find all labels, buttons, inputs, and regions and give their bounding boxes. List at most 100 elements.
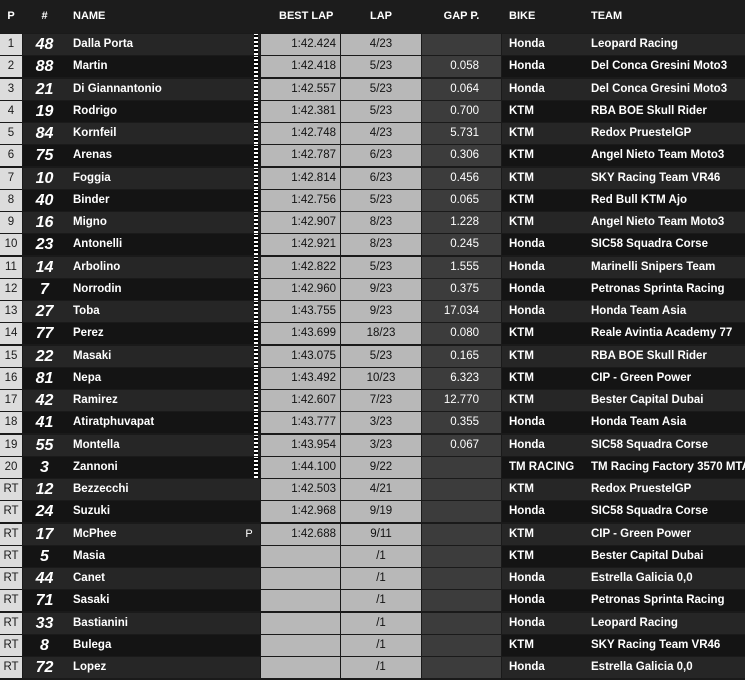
table-row[interactable]: RT 8 Bulega/1 KTM SKY Racing Team VR46 <box>0 634 745 657</box>
checkered-flag-icon <box>254 367 258 389</box>
header-bike[interactable]: BIKE <box>502 0 585 33</box>
timing-table: P # NAME BEST LAP LAP GAP P. BIKE TEAM 1… <box>0 0 745 680</box>
team-cell: Del Conca Gresini Moto3 <box>591 60 728 73</box>
table-row[interactable]: 15 22 Masaki 1:43.075 5/23 0.165 KTM RBA BOE Sk… <box>0 345 745 368</box>
table-row[interactable]: 16 81 Nepa 1:43.492 10/23 6.323 KTM CIP - Green… <box>0 367 745 390</box>
lap-cell: 9/11 <box>341 523 421 545</box>
rider-name: Atiratphuvapat <box>73 416 155 429</box>
gap-cell <box>422 568 501 589</box>
rider-number: 77 <box>35 325 54 343</box>
rider-number: 81 <box>35 369 54 387</box>
table-row[interactable]: 10 23 Antonelli 1:42.921 8/23 0.245 Honda SIC58… <box>0 234 745 256</box>
best-lap-cell: 1:43.075 <box>261 345 340 367</box>
best-lap-cell: 1:43.492 <box>261 367 340 389</box>
rider-name: Antonelli <box>73 238 123 251</box>
team-cell: Marinelli Snipers Team <box>591 260 716 273</box>
table-row[interactable]: 1 48 Dalla Porta 1:42.424 4/23 Honda Leopard R… <box>0 34 745 56</box>
bike-cell: KTM <box>509 549 534 562</box>
gap-cell <box>422 456 501 478</box>
gap-cell <box>422 612 501 634</box>
header-team[interactable]: TEAM <box>585 0 745 33</box>
lap-cell: 3/23 <box>341 434 421 456</box>
rider-number: 17 <box>35 525 54 543</box>
team-cell: Estrella Galicia 0,0 <box>591 572 693 584</box>
lap-cell: 18/23 <box>341 323 421 345</box>
header-best-lap[interactable]: BEST LAP <box>261 0 340 33</box>
pos-cell: 16 <box>0 367 22 389</box>
team-cell: Petronas Sprinta Racing <box>591 282 725 295</box>
pos-cell: 6 <box>0 145 22 167</box>
best-lap-cell: 1:42.787 <box>261 145 340 167</box>
best-lap-cell: 1:42.960 <box>261 278 340 300</box>
bike-cell: TM RACING <box>509 460 575 473</box>
table-row[interactable]: RT 33 Bastianini/1 Honda Leopard Racing <box>0 612 745 635</box>
table-row[interactable]: 6 75 Arenas 1:42.787 6/23 0.306 KTM Angel Nieto… <box>0 145 745 167</box>
rider-name: Bulega <box>73 638 112 651</box>
header-name[interactable]: NAME <box>66 0 256 33</box>
best-lap-cell: 1:42.418 <box>261 56 340 78</box>
table-row[interactable]: RT 17 McPhee 1:42.688 9/11 KTM CIP - Green Pow… <box>0 523 745 546</box>
table-row[interactable]: RT 5 Masia/1 KTM Bester Capital Dubai <box>0 545 745 568</box>
checkered-flag-icon <box>254 189 258 211</box>
checkered-flag-icon <box>254 167 258 189</box>
gap-cell: 17.034 <box>422 301 501 322</box>
table-row[interactable]: 9 16 Migno 1:42.907 8/23 1.228 KTM Angel Nieto … <box>0 212 745 234</box>
table-row[interactable]: 17 42 Ramirez 1:42.607 7/23 12.770 KTM Bester C… <box>0 390 745 412</box>
pos-cell: RT <box>0 501 22 523</box>
rider-number: 8 <box>40 636 49 654</box>
header-number[interactable]: # <box>23 0 66 33</box>
table-row[interactable]: RT 72 Lopez/1 Honda Estrella Galicia 0,0 <box>0 657 745 679</box>
rider-name: Migno <box>73 216 107 228</box>
gap-cell: 6.323 <box>422 367 501 389</box>
rider-name: Perez <box>73 327 104 340</box>
table-row[interactable]: 13 27 Toba 1:43.755 9/23 17.034 Honda Honda Tea… <box>0 301 745 323</box>
table-row[interactable]: RT 12 Bezzecchi 1:42.503 4/21 KTM Redox Pruest… <box>0 479 745 501</box>
table-row[interactable]: 18 41 Atiratphuvapat 1:43.777 3/23 0.355 Honda… <box>0 412 745 434</box>
table-row[interactable]: RT 24 Suzuki 1:42.968 9/19 Honda SIC58 Squadra… <box>0 501 745 523</box>
table-row[interactable]: RT 71 Sasaki/1 Honda Petronas Sprinta Racing <box>0 590 745 612</box>
team-cell: CIP - Green Power <box>591 527 692 540</box>
best-lap-cell: 1:42.381 <box>261 100 340 122</box>
table-row[interactable]: 4 19 Rodrigo 1:42.381 5/23 0.700 KTM RBA BOE Sk… <box>0 100 745 123</box>
pos-cell: 8 <box>0 189 22 211</box>
gap-cell: 0.080 <box>422 323 501 345</box>
table-row[interactable]: 14 77 Perez 1:43.699 18/23 0.080 KTM Reale Avin… <box>0 323 745 345</box>
lap-cell: /1 <box>341 657 421 678</box>
table-row[interactable]: 3 21 Di Giannantonio 1:42.557 5/23 0.064 Honda… <box>0 78 745 101</box>
lap-cell: 9/23 <box>341 301 421 322</box>
rider-number: 12 <box>35 481 54 498</box>
team-cell: Honda Team Asia <box>591 416 687 429</box>
header-lap[interactable]: LAP <box>341 0 421 33</box>
table-row[interactable]: 7 10 Foggia 1:42.814 6/23 0.456 KTM SKY Racing … <box>0 167 745 190</box>
bike-cell: KTM <box>509 394 534 406</box>
team-cell: RBA BOE Skull Rider <box>591 349 707 362</box>
checkered-flag-icon <box>254 278 258 300</box>
table-row[interactable]: 20 3 Zannoni 1:44.100 9/22 TM RACING TM Racing… <box>0 456 745 479</box>
checkered-flag-icon <box>254 323 258 345</box>
best-lap-cell: 1:42.921 <box>261 234 340 256</box>
table-row[interactable]: 11 14 Arbolino 1:42.822 5/23 1.555 Honda Marine… <box>0 256 745 279</box>
table-row[interactable]: RT 44 Canet/1 Honda Estrella Galicia 0,0 <box>0 568 745 590</box>
checkered-flag-icon <box>254 234 258 256</box>
bike-cell: Honda <box>509 505 545 518</box>
table-row[interactable]: 5 84 Kornfeil 1:42.748 4/23 5.731 KTM Redox Pru… <box>0 123 745 145</box>
gap-cell: 0.375 <box>422 278 501 300</box>
best-lap-cell: 1:43.777 <box>261 412 340 434</box>
gap-cell <box>422 590 501 612</box>
table-row[interactable]: 19 55 Montella 1:43.954 3/23 0.067 Honda SIC58 … <box>0 434 745 457</box>
best-lap-cell: 1:42.968 <box>261 501 340 523</box>
header-gap[interactable]: GAP P. <box>422 0 501 33</box>
gap-cell: 1.555 <box>422 256 501 278</box>
rider-name: McPhee <box>73 527 117 540</box>
rider-name: Dalla Porta <box>73 38 134 50</box>
rider-name: Bezzecchi <box>73 483 129 495</box>
gap-cell: 0.245 <box>422 234 501 256</box>
pos-cell: 3 <box>0 78 22 100</box>
bike-cell: KTM <box>509 483 534 495</box>
table-row[interactable]: 12 7 Norrodin 1:42.960 9/23 0.375 Honda Petrona… <box>0 278 745 301</box>
lap-cell: 4/23 <box>341 123 421 144</box>
table-row[interactable]: 2 88 Martin 1:42.418 5/23 0.058 Honda Del Conca… <box>0 56 745 78</box>
table-row[interactable]: 8 40 Binder 1:42.756 5/23 0.065 KTM Red Bull KT… <box>0 189 745 212</box>
header-pos[interactable]: P <box>0 0 22 33</box>
team-cell: SIC58 Squadra Corse <box>591 438 708 451</box>
